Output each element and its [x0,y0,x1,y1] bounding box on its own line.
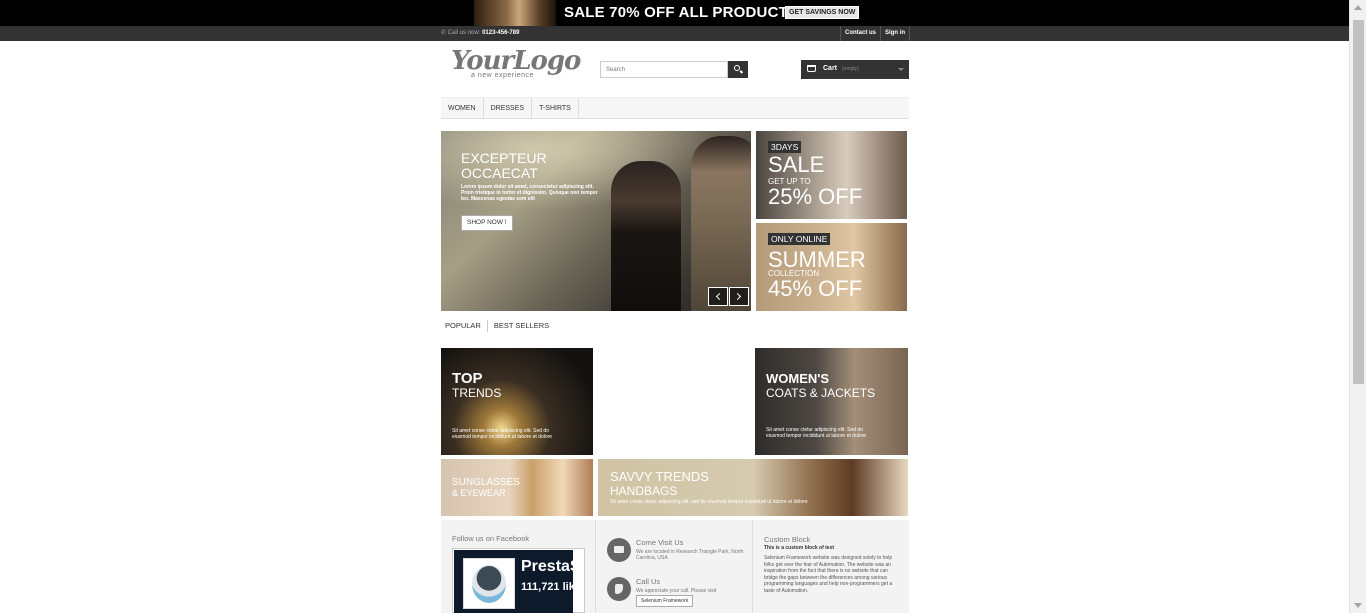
tile-description: Sit amet conse ctetur adipiscing elit. s… [610,499,808,505]
coats-jackets-tile[interactable]: WOMEN'S COATS & JACKETS Sit amet conse c… [755,348,908,455]
hero-title-line1: EXCEPTEUR [461,150,547,166]
truck-icon [607,538,631,562]
prestashop-avatar [463,558,515,609]
search-button[interactable] [728,61,748,78]
tab-best-sellers[interactable]: BEST SELLERS [486,320,552,332]
call-text: We appreciate your call. Please visit [636,588,717,594]
banner-discount: 25% OFF [768,184,863,209]
summer-banner[interactable]: ONLY ONLINE SUMMER COLLECTION 45% OFF [756,223,907,311]
page-scrollbar[interactable] [1349,0,1366,613]
shop-now-button[interactable]: SHOP NOW ! [461,215,513,231]
hero-model-woman [611,161,681,311]
hero-model-man [691,136,751,311]
slider-controls [708,287,749,306]
sunglasses-tile[interactable]: SUNGLASSES & EYEWEAR [441,459,593,516]
cart-label: Cart [823,65,838,72]
chevron-left-icon[interactable] [708,287,728,306]
scrollbar-thumb[interactable] [1353,20,1364,384]
tile-title: SUNGLASSES [452,477,520,488]
tile-subtitle: HANDBAGS [610,484,678,498]
promo-text: SALE 70% OFF ALL PRODUCTS [564,4,799,21]
tile-description: Sit amet conse ctetur adipiscing elit. S… [452,428,553,440]
menu-item-women[interactable]: WOMEN [441,98,484,118]
hero-title-line2: OCCAECAT [461,165,538,181]
search-input[interactable]: Search [600,61,728,78]
cart-button[interactable]: Cart (empty) [801,60,909,79]
site-logo[interactable]: YourLogo a new experience [451,46,581,83]
sale-banner[interactable]: 3DAYS SALE GET UP TO 25% OFF [756,131,907,219]
facebook-page-name[interactable]: PrestaShop [521,558,573,576]
facebook-heading: Follow us on Facebook [452,534,530,543]
custom-heading: Custom Block [764,535,811,544]
tile-subtitle: COATS & JACKETS [766,386,876,400]
scroll-down-icon[interactable] [1354,603,1362,608]
main-menu: WOMEN DRESSES T-SHIRTS [441,97,909,119]
visit-heading: Come Visit Us [636,538,684,547]
promo-model-image [474,0,556,26]
visit-text: We are located in Research Triangle Park… [636,549,744,561]
logo-tagline: a new experience [471,72,534,79]
menu-item-dresses[interactable]: DRESSES [484,98,533,118]
scroll-up-icon[interactable] [1354,5,1362,10]
chevron-down-icon [898,68,904,71]
contact-us-link[interactable]: Contact us [840,26,880,41]
chevron-right-icon[interactable] [729,287,749,306]
logo-text: YourLogo [451,46,581,76]
phone-icon [607,577,631,601]
cart-status: (empty) [842,66,859,72]
custom-subheading: This is a custom block of text [764,545,835,551]
sign-in-link[interactable]: Sign in [880,26,911,41]
tile-title: WOMEN'S [766,371,830,386]
footer-blocks: Follow us on Facebook PrestaShop 111,721… [441,520,909,613]
tile-title: TOP [452,370,483,387]
custom-text: Selenium Framework website was designed … [764,555,893,594]
handbags-tile[interactable]: SAVVY TRENDS HANDBAGS Sit amet conse cte… [598,459,908,516]
phone-number: 0123-456-789 [482,30,520,36]
call-label: Call us now: [447,30,481,36]
call-heading: Call Us [636,577,661,586]
banner-headline: SUMMER [768,247,866,272]
call-us-info: ✆ Call us now: 0123-456-789 [441,30,520,36]
top-nav-strip: ✆ Call us now: 0123-456-789 Contact us S… [0,26,1349,41]
top-links: Contact us Sign in [840,26,911,41]
facebook-likes: 111,721 likes [521,581,573,593]
hero-slider[interactable]: EXCEPTEUR OCCAECAT Lorem ipsum dolor sit… [441,131,751,311]
hero-title: EXCEPTEUR OCCAECAT [461,151,547,181]
contact-block: Come Visit Us We are located in Research… [596,520,753,613]
top-trends-tile[interactable]: TOP TRENDS Sit amet conse ctetur adipisc… [441,348,593,455]
penguin-icon [472,565,506,603]
banner-tag: ONLY ONLINE [768,233,831,245]
facebook-cover: PrestaShop 111,721 likes [454,550,573,613]
browser-viewport: SALE 70% OFF ALL PRODUCTS GET SAVINGS NO… [0,0,1366,613]
hero-description: Lorem ipsum dolor sit amet, consectetur … [461,184,598,202]
tile-subtitle: & EYEWEAR [452,488,506,498]
product-tabs: POPULAR BEST SELLERS [441,320,552,332]
facebook-widget[interactable]: PrestaShop 111,721 likes [452,548,585,613]
banner-headline: SALE [768,152,825,177]
custom-block: Custom Block This is a custom block of t… [753,520,909,613]
tab-popular[interactable]: POPULAR [441,320,484,332]
menu-item-tshirts[interactable]: T-SHIRTS [532,98,579,118]
tile-description: Sit amet conse ctetur adipiscing elit. S… [766,427,867,439]
search-icon-handle [739,70,744,74]
banner-discount: 45% OFF [768,276,863,301]
tile-subtitle: TRENDS [452,386,502,400]
selenium-framework-button[interactable]: Selenium Framework [636,595,694,607]
promo-banner[interactable]: SALE 70% OFF ALL PRODUCTS GET SAVINGS NO… [0,0,1349,26]
get-savings-button[interactable]: GET SAVINGS NOW [785,6,860,19]
cart-icon [807,65,816,72]
facebook-block: Follow us on Facebook PrestaShop 111,721… [441,520,596,613]
tile-title: SAVVY TRENDS [610,469,709,484]
